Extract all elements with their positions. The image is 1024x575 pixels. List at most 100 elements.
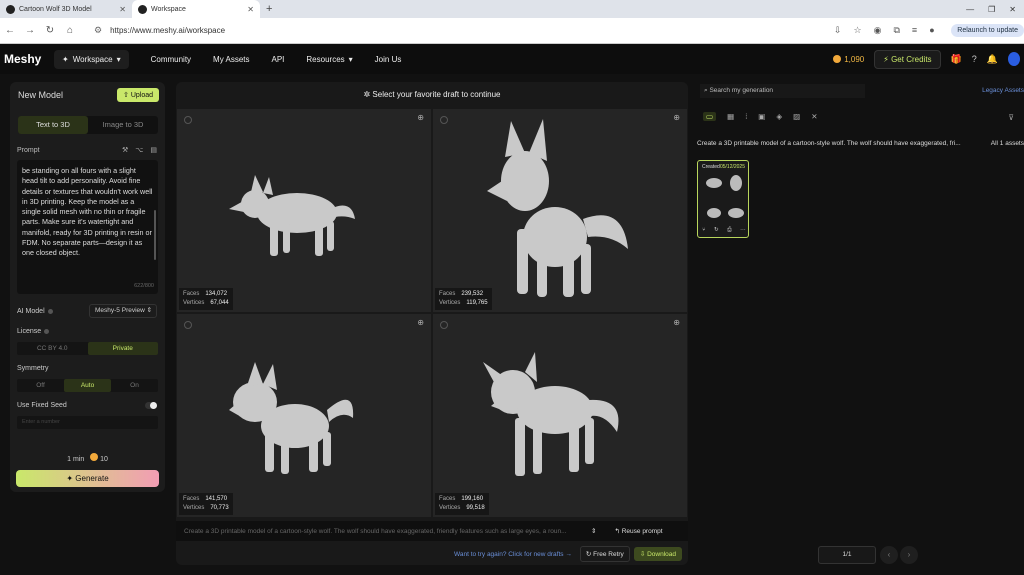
zoom-icon[interactable]: ⊕ xyxy=(417,113,424,122)
image-icon[interactable]: ▣ xyxy=(758,112,765,121)
nav-workspace[interactable]: ✦ Workspace ▾ xyxy=(54,49,129,69)
symmetry-label: Symmetry xyxy=(17,365,49,372)
home-icon[interactable]: ⌂ xyxy=(60,25,80,36)
refresh-icon[interactable]: ↻ xyxy=(714,227,719,234)
window-controls: — ❐ ✕ xyxy=(966,5,1024,14)
info-icon[interactable] xyxy=(44,328,50,334)
folder-icon[interactable]: ▭ xyxy=(703,112,717,121)
zoom-icon[interactable]: ⊕ xyxy=(417,318,424,327)
prev-page-icon[interactable]: ‹ xyxy=(880,546,898,564)
tab-text-to-3d[interactable]: Text to 3D xyxy=(18,116,88,134)
restore-icon[interactable]: ❐ xyxy=(988,5,995,14)
browser-tab-workspace[interactable]: Workspace ✕ xyxy=(132,0,260,18)
get-credits-button[interactable]: ⚡ Get Credits xyxy=(874,49,941,69)
faces-value: 199,160 xyxy=(461,496,484,502)
search-input[interactable]: ⌕ Search my generation xyxy=(700,84,865,98)
ai-model-label-text: AI Model xyxy=(17,308,45,315)
branch-icon[interactable]: ⑂ xyxy=(702,227,705,234)
symmetry-off[interactable]: Off xyxy=(17,379,64,392)
legacy-assets-link[interactable]: Legacy Assets xyxy=(982,87,1024,94)
try-again-link[interactable]: Want to try again? Click for new drafts … xyxy=(454,551,572,558)
close-icon[interactable]: ✕ xyxy=(247,5,254,14)
license-label-text: License xyxy=(17,328,42,335)
sparkle-icon: ✦ xyxy=(62,54,69,64)
magic-wand-icon[interactable]: ⚒ xyxy=(122,146,128,154)
url-field[interactable]: ⚙ https://www.meshy.ai/workspace xyxy=(86,22,826,40)
grid-icon[interactable]: ▦ xyxy=(727,112,734,121)
site-info-icon[interactable]: ⚙ xyxy=(94,25,102,36)
chevron-updown-icon: ⇕ xyxy=(146,307,153,314)
license-private[interactable]: Private xyxy=(87,342,158,355)
nav-my-assets[interactable]: My Assets xyxy=(213,55,249,64)
new-tab-icon[interactable]: + xyxy=(266,3,272,15)
reload-icon[interactable]: ↻ xyxy=(40,25,60,36)
fixed-seed-toggle[interactable] xyxy=(145,402,157,409)
close-icon[interactable]: ✕ xyxy=(119,5,126,14)
prompt-scrollbar[interactable] xyxy=(154,210,156,260)
install-icon[interactable]: ⇩ xyxy=(834,25,842,36)
puzzle-icon[interactable]: ⧉ xyxy=(893,25,899,36)
texture-icon[interactable]: ▨ xyxy=(793,112,800,121)
window-close-icon[interactable]: ✕ xyxy=(1009,5,1016,14)
license-cc-by[interactable]: CC BY 4.0 xyxy=(17,342,88,355)
ai-model-select[interactable]: Meshy-5 Preview ⇕ xyxy=(89,304,157,318)
meshy-logo[interactable]: Meshy xyxy=(4,52,44,66)
download-button[interactable]: ⇩ Download xyxy=(633,547,682,561)
browser-tab-wolf-model[interactable]: Cartoon Wolf 3D Model ✕ xyxy=(0,0,132,18)
filter-icon[interactable]: ⊽ xyxy=(1009,113,1015,122)
nav-community[interactable]: Community xyxy=(151,55,191,64)
nav-resources[interactable]: Resources ▾ xyxy=(306,55,352,64)
next-page-icon[interactable]: › xyxy=(900,546,918,564)
back-icon[interactable]: ← xyxy=(0,25,20,36)
draft-card-1[interactable]: ⊕ Faces 134,072 Vertices 67,044 xyxy=(177,109,431,312)
favicon-icon xyxy=(138,4,147,14)
print-icon[interactable]: ⎙ xyxy=(727,227,731,234)
address-bar: ← → ↻ ⌂ ⚙ https://www.meshy.ai/workspace… xyxy=(0,18,1024,44)
dots-grid-icon[interactable]: ⁞ xyxy=(745,112,747,121)
rig-icon[interactable]: ✕ xyxy=(811,112,817,121)
gift-icon[interactable]: 🎁 xyxy=(951,54,962,65)
draft-select-radio[interactable] xyxy=(440,116,448,124)
free-retry-button[interactable]: ↻ Free Retry xyxy=(579,546,630,562)
nav-join-us[interactable]: Join Us xyxy=(375,55,402,64)
profile-icon[interactable]: ● xyxy=(929,25,934,36)
symmetry-segmented: Off Auto On xyxy=(17,379,158,392)
avatar[interactable] xyxy=(1008,52,1020,66)
draft-card-4[interactable]: ⊕ Faces 199,160 Vertices 99,518 xyxy=(433,314,687,517)
upload-button[interactable]: ⇧ Upload xyxy=(117,88,159,102)
expand-icon[interactable]: ⇕ xyxy=(591,527,596,535)
asset-card[interactable]: Created 05/12/2025 ⑂ ↻ ⎙ ⋯ xyxy=(697,160,749,238)
tab-image-to-3d[interactable]: Image to 3D xyxy=(88,116,158,134)
draft-card-3[interactable]: ⊕ Faces 141,570 Vertices 70,773 xyxy=(177,314,431,517)
forward-icon[interactable]: → xyxy=(20,25,40,36)
seed-input[interactable]: Enter a number xyxy=(17,416,158,429)
generation-prompt-title: Create a 3D printable model of a cartoon… xyxy=(697,140,961,147)
draft-card-2[interactable]: ⊕ Faces 239,532 Vertices 119,765 xyxy=(433,109,687,312)
draft-select-radio[interactable] xyxy=(440,321,448,329)
zoom-icon[interactable]: ⊕ xyxy=(673,318,680,327)
browser-tab-bar: Cartoon Wolf 3D Model ✕ Workspace ✕ + — … xyxy=(0,0,1024,18)
draft-select-radio[interactable] xyxy=(184,321,192,329)
nav-api[interactable]: API xyxy=(272,55,285,64)
symmetry-on[interactable]: On xyxy=(111,379,158,392)
relaunch-button[interactable]: Relaunch to update xyxy=(951,24,1024,37)
generate-button[interactable]: ✦ Generate xyxy=(16,470,159,487)
translate-icon[interactable]: ⌥ xyxy=(135,146,143,154)
extension-icon[interactable]: ◉ xyxy=(874,25,882,36)
cube-icon[interactable]: ◈ xyxy=(776,112,782,121)
symmetry-auto[interactable]: Auto xyxy=(64,379,111,392)
help-icon[interactable]: ? xyxy=(972,54,977,64)
bookmark-star-icon[interactable]: ☆ xyxy=(854,25,862,36)
draft-select-radio[interactable] xyxy=(184,116,192,124)
wolf-model-preview xyxy=(229,175,355,256)
info-icon[interactable] xyxy=(47,308,53,314)
reuse-prompt-button[interactable]: ↰ Reuse prompt xyxy=(614,527,662,535)
more-icon[interactable]: ⋯ xyxy=(740,227,746,234)
minimize-icon[interactable]: — xyxy=(966,5,974,14)
bell-icon[interactable]: 🔔 xyxy=(987,54,998,65)
credits-display[interactable]: 1,090 xyxy=(833,55,864,64)
zoom-icon[interactable]: ⊕ xyxy=(673,113,680,122)
menu-list-icon[interactable]: ≡ xyxy=(912,25,917,36)
prompt-textarea[interactable]: be standing on all fours with a slight h… xyxy=(17,160,158,294)
template-icon[interactable]: ▤ xyxy=(150,146,157,154)
